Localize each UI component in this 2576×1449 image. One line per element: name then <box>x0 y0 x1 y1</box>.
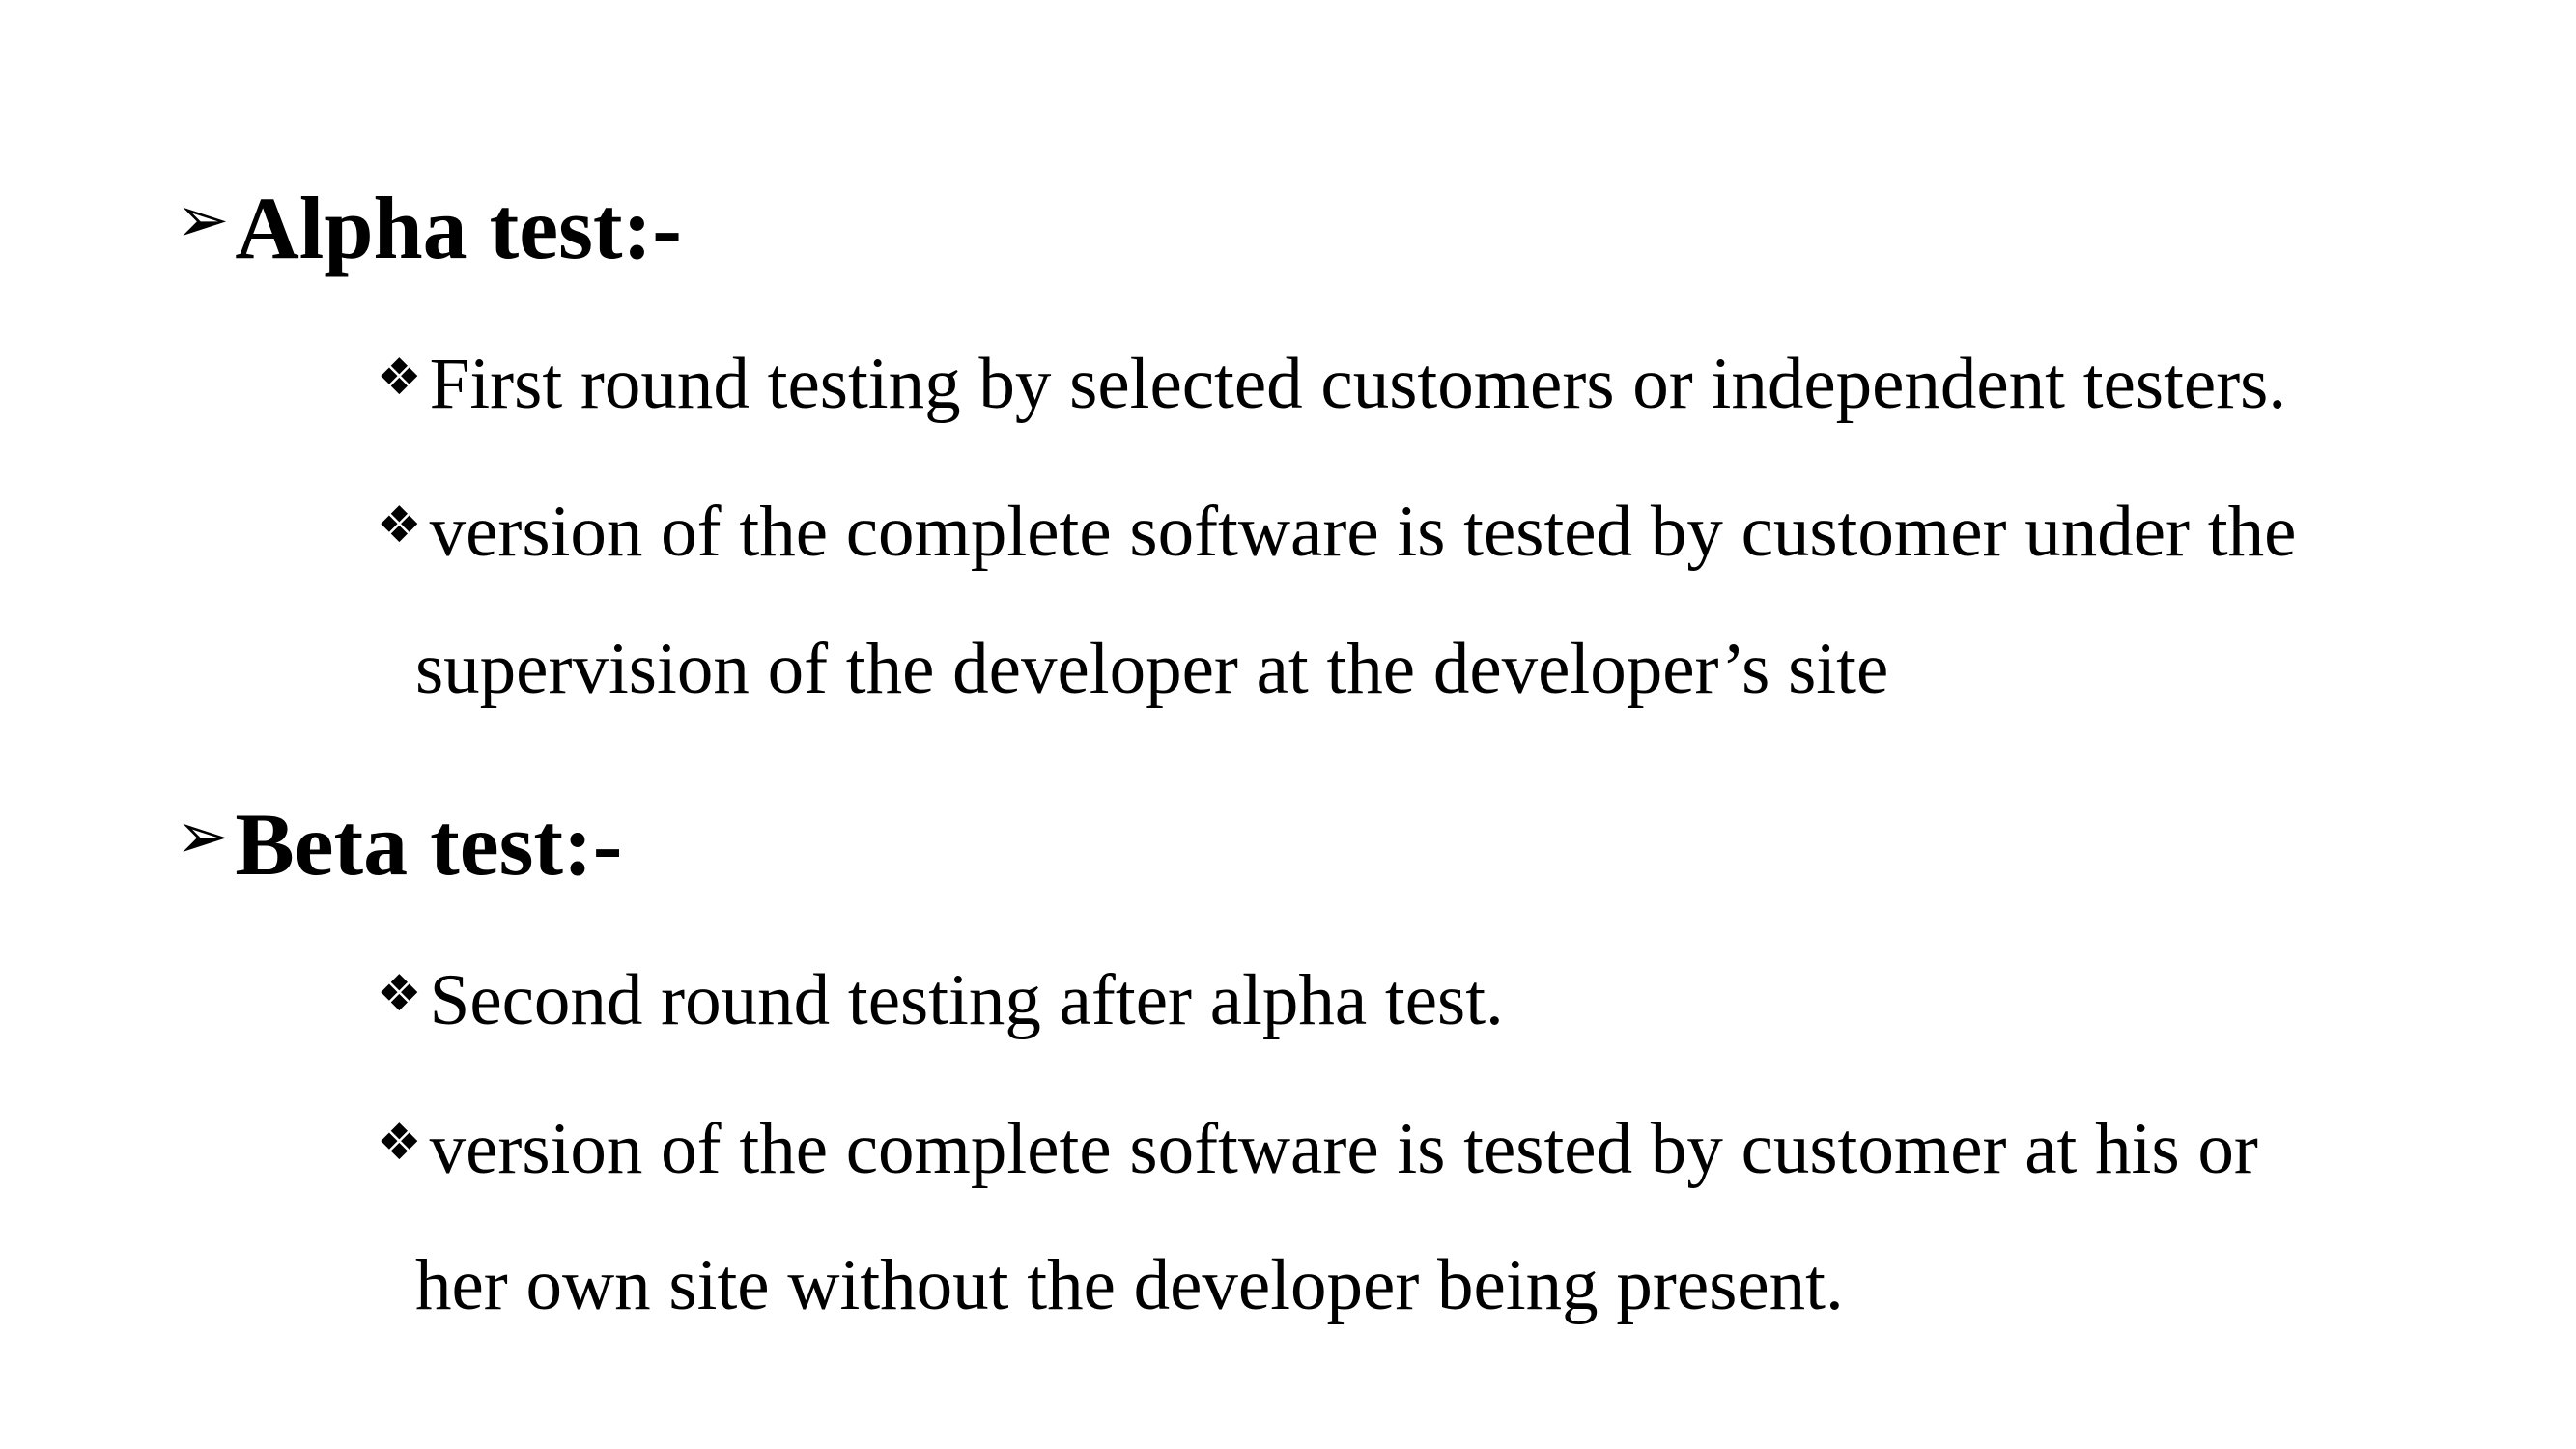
list-item: ❖ Second round testing after alpha test. <box>377 964 1504 1037</box>
four-diamond-bullet-icon: ❖ <box>377 349 422 407</box>
arrowhead-bullet-icon: ➢ <box>176 183 230 257</box>
section-heading-label: Beta test:- <box>235 795 623 894</box>
arrowhead-bullet-icon: ➢ <box>176 799 230 873</box>
section-heading-alpha: ➢ Alpha test:- <box>176 184 682 272</box>
four-diamond-bullet-icon: ❖ <box>377 1114 422 1172</box>
list-item-text: version of the complete software is test… <box>429 492 2297 572</box>
section-heading-beta: ➢ Beta test:- <box>176 800 622 889</box>
list-item: ❖ version of the complete software is te… <box>377 496 2296 568</box>
section-heading-label: Alpha test:- <box>235 179 682 277</box>
list-item: ❖ First round testing by selected custom… <box>377 348 2286 420</box>
four-diamond-bullet-icon: ❖ <box>377 965 422 1023</box>
list-item-text: First round testing by selected customer… <box>429 344 2287 424</box>
list-item: ❖ version of the complete software is te… <box>377 1113 2258 1185</box>
list-item-continuation: supervision of the developer at the deve… <box>415 629 1889 709</box>
list-item-text: version of the complete software is test… <box>429 1109 2258 1189</box>
list-item-text: Second round testing after alpha test. <box>429 960 1504 1040</box>
list-item-continuation: her own site without the developer being… <box>415 1245 1844 1325</box>
slide: ➢ Alpha test:- ❖ First round testing by … <box>0 0 2576 1449</box>
four-diamond-bullet-icon: ❖ <box>377 497 422 554</box>
